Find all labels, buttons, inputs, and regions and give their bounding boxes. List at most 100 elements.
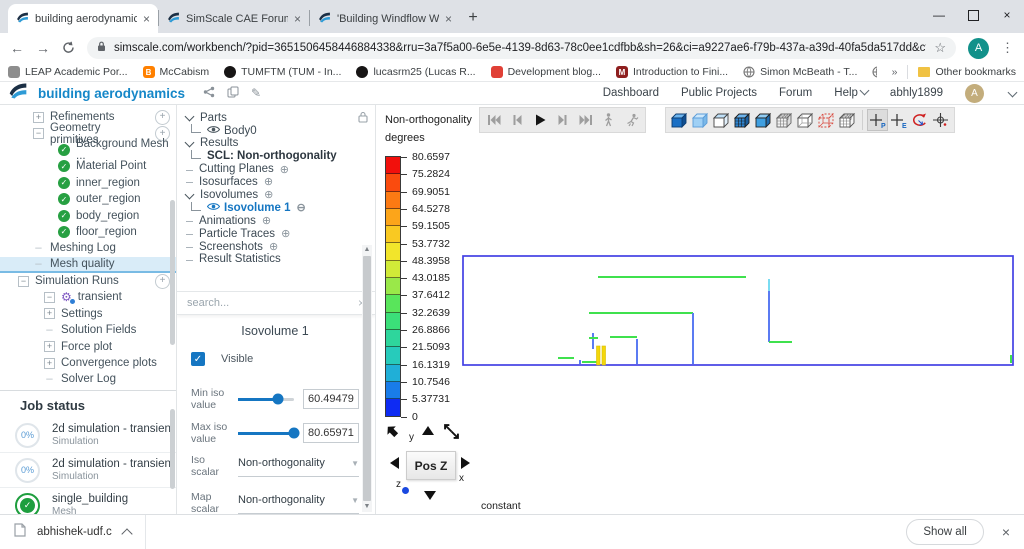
nav-item-forum[interactable]: Forum: [779, 87, 812, 99]
bookmark-item[interactable]: Development blog...: [490, 66, 601, 78]
expand-icon[interactable]: +: [33, 111, 44, 123]
show-all-downloads-button[interactable]: Show all: [906, 519, 984, 545]
chevron-down-icon[interactable]: [184, 189, 195, 200]
value-slider[interactable]: [238, 393, 294, 405]
browser-tab[interactable]: building aerodynamics | SimScale ×: [8, 4, 158, 33]
collapse-icon[interactable]: −: [18, 275, 29, 287]
job-row[interactable]: 0% 2d simulation - transient fix...Simula…: [0, 453, 176, 488]
chevron-down-icon[interactable]: [184, 137, 195, 148]
share-icon[interactable]: [203, 86, 215, 101]
sidebar-item-background-mesh-[interactable]: ✓ Background Mesh ...: [0, 138, 176, 162]
scene-item-isosurfaces[interactable]: Isosurfaces ⊕: [186, 176, 371, 189]
sidebar-item-body-region[interactable]: ✓ body_region: [0, 207, 176, 223]
eye-icon[interactable]: [206, 125, 221, 138]
viewport[interactable]: Non-orthogonality degrees 80.6597 75.2824…: [376, 105, 1024, 515]
download-options-chevron-icon[interactable]: [121, 528, 133, 540]
job-list-scrollbar[interactable]: [170, 409, 175, 489]
close-window-icon[interactable]: ×: [990, 0, 1024, 30]
pan-right-icon[interactable]: [461, 457, 470, 469]
other-bookmarks[interactable]: Other bookmarks: [918, 66, 1016, 78]
add-circle-icon[interactable]: ⊕: [262, 216, 271, 227]
tab-close-icon[interactable]: ×: [445, 13, 452, 25]
expand-icon[interactable]: +: [44, 308, 55, 320]
scene-item-result-statistics[interactable]: Result Statistics: [186, 254, 371, 267]
bookmark-item[interactable]: Simon McBeath - T...: [743, 66, 857, 78]
visible-checkbox[interactable]: ✓: [191, 352, 205, 366]
scene-item-isovolume-1[interactable]: Isovolume 1 ⊖: [186, 201, 371, 215]
add-icon[interactable]: +: [155, 273, 170, 289]
bookmark-item[interactable]: Mulsanne's Corner,...: [872, 66, 877, 78]
scene-item-results[interactable]: Results: [184, 137, 371, 151]
sidebar-item-inner-region[interactable]: ✓ inner_region: [0, 175, 176, 191]
sidebar-item-convergence-plots[interactable]: + Convergence plots: [0, 355, 176, 371]
forward-icon[interactable]: →: [36, 41, 50, 55]
bookmark-item[interactable]: TUMFTM (TUM - In...: [224, 66, 341, 78]
nav-item-dashboard[interactable]: Dashboard: [603, 87, 659, 99]
collapse-icon[interactable]: −: [44, 291, 55, 303]
sidebar-item-outer-region[interactable]: ✓ outer_region: [0, 191, 176, 207]
dropdown-select[interactable]: Non-orthogonality ▼: [238, 454, 359, 477]
simscale-logo[interactable]: [8, 81, 28, 106]
chevron-down-icon[interactable]: [1007, 87, 1018, 97]
collapse-icon[interactable]: −: [33, 128, 44, 140]
header-username[interactable]: abhly1899: [890, 87, 943, 99]
search-field[interactable]: search... ×: [177, 291, 375, 315]
bookmark-star-icon[interactable]: ☆: [934, 40, 946, 56]
sidebar-item-solver-log[interactable]: – Solver Log: [0, 371, 176, 387]
bookmark-item[interactable]: lucasrm25 (Lucas R...: [356, 66, 476, 78]
add-circle-icon[interactable]: ⊕: [264, 177, 273, 188]
maximize-icon[interactable]: [956, 0, 990, 30]
chevron-down-icon[interactable]: [184, 111, 195, 122]
edit-pencil-icon[interactable]: ✎: [251, 86, 261, 100]
address-bar[interactable]: simscale.com/workbench/?pid=365150645844…: [87, 37, 956, 59]
scene-item-body0[interactable]: Body0: [186, 124, 371, 138]
job-row[interactable]: 0% 2d simulation - transient Simulation: [0, 418, 176, 453]
job-row[interactable]: ✓ single_building Mesh: [0, 488, 176, 515]
sidebar-item-force-plot[interactable]: + Force plot: [0, 338, 176, 354]
close-download-bar-icon[interactable]: ×: [1002, 524, 1010, 540]
back-icon[interactable]: ←: [10, 41, 24, 55]
user-avatar[interactable]: A: [965, 83, 984, 103]
tab-close-icon[interactable]: ×: [294, 13, 301, 25]
slider-handle[interactable]: [288, 427, 300, 439]
sidebar-item-floor-region[interactable]: ✓ floor_region: [0, 224, 176, 240]
bookmark-item[interactable]: LEAP Academic Por...: [8, 66, 128, 78]
downloaded-file-chip[interactable]: abhishek-udf.c: [0, 515, 145, 549]
browser-tab[interactable]: SimScale CAE Forum ×: [159, 4, 309, 33]
pan-up-icon[interactable]: [422, 426, 434, 435]
scene-item-parts[interactable]: Parts: [184, 111, 371, 125]
value-slider[interactable]: [238, 427, 300, 439]
diagonal-arrows-icon[interactable]: [444, 424, 459, 442]
scene-item-screenshots[interactable]: Screenshots ⊕: [186, 241, 371, 254]
scroll-down-icon[interactable]: ▼: [364, 502, 371, 512]
browser-tab[interactable]: 'Building Windflow With Differen ×: [310, 4, 460, 33]
nav-item-help[interactable]: Help: [834, 85, 870, 99]
scene-item-isovolumes[interactable]: Isovolumes ⊕: [184, 189, 371, 202]
view-orientation-button[interactable]: Pos Z: [406, 451, 456, 480]
new-tab-button[interactable]: +: [460, 5, 486, 31]
scene-item-scl-non-orthogonality[interactable]: SCL: Non-orthogonality: [186, 150, 371, 164]
add-icon[interactable]: +: [155, 109, 170, 125]
eye-icon[interactable]: [206, 202, 221, 215]
add-circle-icon[interactable]: ⊕: [269, 241, 278, 253]
value-input[interactable]: 80.65971: [303, 423, 359, 443]
expand-icon[interactable]: +: [44, 357, 55, 369]
add-circle-icon[interactable]: ⊕: [264, 190, 273, 201]
reload-icon[interactable]: [62, 41, 75, 56]
expand-icon[interactable]: +: [44, 341, 55, 353]
sidebar-item-mesh-quality[interactable]: – Mesh quality: [0, 256, 176, 273]
pan-left-icon[interactable]: [390, 457, 399, 469]
value-input[interactable]: 60.49479: [303, 389, 359, 409]
sidebar-item-simulation-runs[interactable]: − Simulation Runs +: [0, 273, 176, 289]
add-circle-icon[interactable]: ⊕: [280, 164, 289, 176]
browser-menu-icon[interactable]: ⋮: [1001, 40, 1014, 56]
browser-profile-avatar[interactable]: A: [968, 37, 989, 59]
remove-circle-icon[interactable]: ⊖: [296, 203, 305, 214]
copy-icon[interactable]: [227, 86, 239, 101]
sidebar-item-solution-fields[interactable]: – Solution Fields: [0, 322, 176, 338]
scene-item-animations[interactable]: Animations ⊕: [186, 215, 371, 228]
scene-item-particle-traces[interactable]: Particle Traces ⊕: [186, 228, 371, 241]
properties-scrollbar[interactable]: ▲ ▼: [362, 245, 372, 512]
slider-handle[interactable]: [272, 393, 284, 405]
home-view-icon[interactable]: [385, 424, 399, 441]
